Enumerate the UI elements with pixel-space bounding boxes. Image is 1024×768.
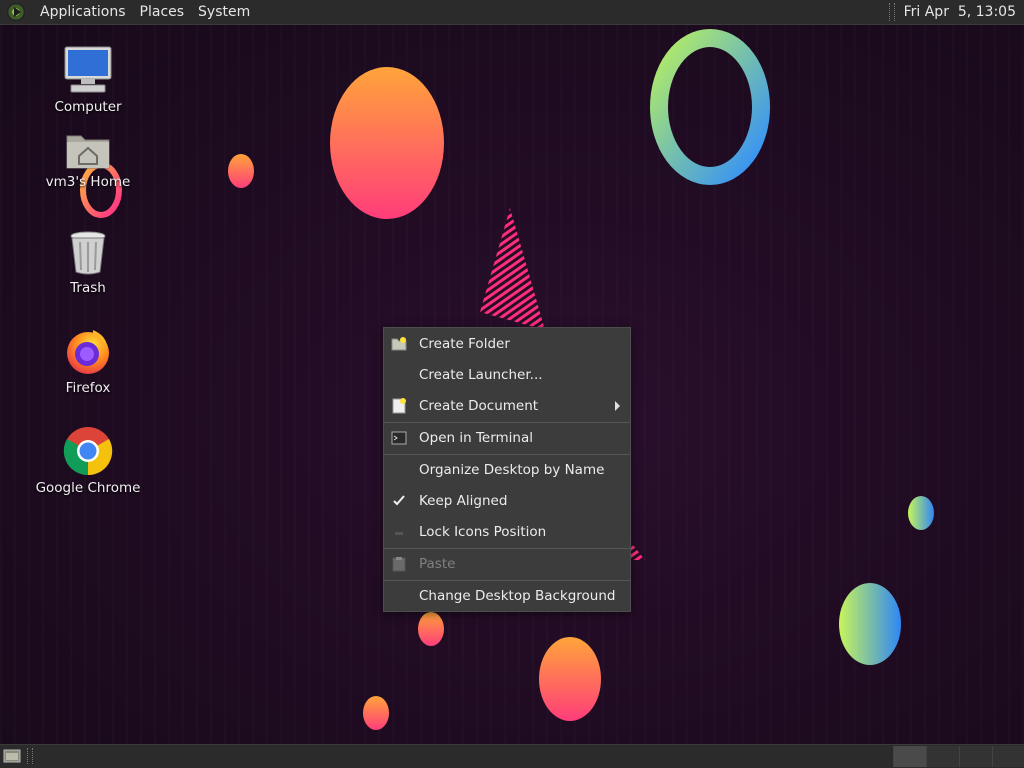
menu-separator [384,454,630,455]
menu-item-label: Keep Aligned [419,493,508,509]
top-panel: Applications Places System Fri Apr 5, 13… [0,0,1024,25]
menu-item-label: Create Launcher... [419,367,543,383]
menu-item-paste: Paste [384,550,630,578]
desktop-icon-label: Google Chrome [35,480,141,496]
menu-logo-icon[interactable] [7,3,25,21]
new-folder-icon [391,337,407,351]
chrome-icon [63,427,113,476]
desktop-icon-label: Trash [70,280,106,296]
terminal-icon [391,431,407,445]
workspace-4[interactable] [992,746,1024,767]
desktop-icon-home[interactable]: vm3's Home [28,130,148,190]
workspace-1[interactable] [893,746,926,767]
desktop-icon-label: Computer [54,99,122,115]
new-document-icon [392,398,406,414]
menu-item-create-document[interactable]: Create Document [384,392,630,420]
clock[interactable]: Fri Apr 5, 13:05 [904,4,1016,20]
panel-separator [27,748,33,764]
desktop-icon-trash[interactable]: Trash [28,230,148,296]
firefox-icon [67,330,109,374]
desktop[interactable]: Applications Places System Fri Apr 5, 13… [0,0,1024,768]
applications-menu[interactable]: Applications [33,0,133,25]
menu-item-lock-icons[interactable]: Lock Icons Position [384,518,630,546]
menu-item-label: Change Desktop Background [419,588,616,604]
paste-icon [392,557,406,572]
menu-item-organize-by-name[interactable]: Organize Desktop by Name [384,456,630,484]
bottom-panel [0,744,1024,768]
checkmark-icon [393,495,405,506]
desktop-icon-label: vm3's Home [45,174,131,190]
workspace-3[interactable] [959,746,992,767]
trash-icon [70,231,106,275]
menu-item-change-background[interactable]: Change Desktop Background [384,582,630,610]
checkbox-icon [395,532,403,535]
panel-separator [888,3,895,21]
menu-separator [384,580,630,581]
submenu-arrow-icon [615,401,620,411]
menu-separator [384,422,630,423]
system-menu[interactable]: System [191,0,257,25]
menu-item-open-terminal[interactable]: Open in Terminal [384,424,630,452]
menu-item-label: Organize Desktop by Name [419,462,605,478]
desktop-icon-label: Firefox [65,380,111,396]
menu-item-keep-aligned[interactable]: Keep Aligned [384,487,630,515]
show-desktop-icon[interactable] [3,748,21,764]
menu-item-create-launcher[interactable]: Create Launcher... [384,361,630,389]
home-folder-icon [66,135,110,169]
desktop-context-menu: Create Folder Create Launcher... Create … [383,327,631,612]
menu-item-label: Lock Icons Position [419,524,547,540]
menu-item-label: Create Document [419,398,539,414]
menu-item-create-folder[interactable]: Create Folder [384,330,630,358]
desktop-icon-chrome[interactable]: Google Chrome [28,426,148,496]
menu-separator [384,548,630,549]
desktop-icon-firefox[interactable]: Firefox [28,326,148,396]
menu-item-label: Create Folder [419,336,510,352]
desktop-icon-computer[interactable]: Computer [28,45,148,115]
workspace-2[interactable] [926,746,959,767]
places-menu[interactable]: Places [133,0,192,25]
menu-item-label: Open in Terminal [419,430,533,446]
computer-icon [64,46,112,93]
menu-item-label: Paste [419,556,456,572]
